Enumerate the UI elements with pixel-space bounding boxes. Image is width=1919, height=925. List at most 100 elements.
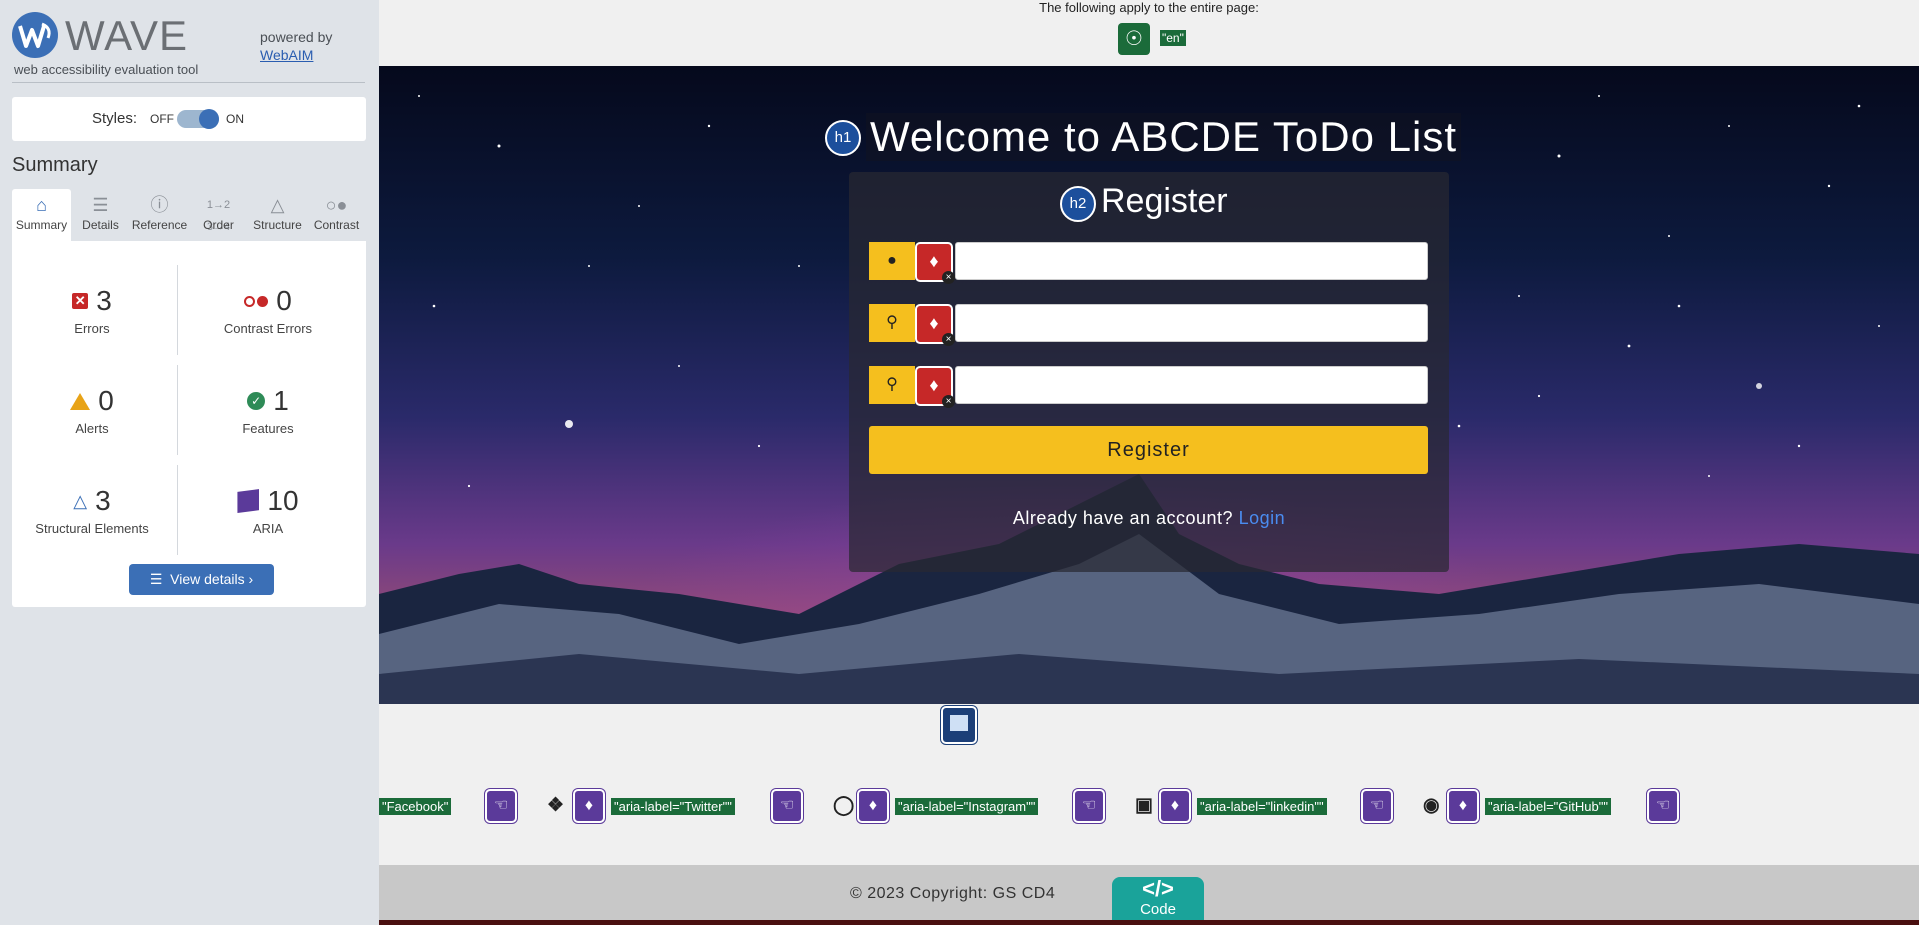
wave-title: WAVE (65, 12, 189, 59)
stat-label: Structural Elements (35, 521, 149, 536)
instagram-icon[interactable]: ◯ (833, 794, 854, 817)
webaim-link[interactable]: WebAIM (260, 47, 313, 63)
stat-value: 0 (276, 285, 292, 316)
password-input[interactable] (955, 304, 1428, 342)
link-icon[interactable]: ☜ (1647, 789, 1679, 823)
key-icon: ⚲ (869, 304, 915, 342)
tab-contrast[interactable]: ○● Contrast (307, 189, 366, 241)
stat-contrast-errors[interactable]: 0 Contrast Errors (188, 285, 348, 336)
divider (177, 465, 178, 555)
hierarchy-icon: △ (73, 490, 88, 511)
alert-icon (70, 392, 91, 410)
wave-tabs: ⌂ Summary ☰ Details ⓘ Reference 1→2 3→4 O… (12, 189, 366, 241)
aria-icon (237, 489, 260, 513)
stat-aria[interactable]: 10 ARIA (188, 485, 348, 536)
linkedin-icon[interactable]: ▣ (1135, 794, 1153, 817)
powered-by: powered by WebAIM (260, 28, 332, 64)
aria-label-icon[interactable]: ♦ (857, 789, 889, 823)
aria-label-icon[interactable]: ♦ (573, 789, 605, 823)
stat-label: Alerts (75, 421, 109, 436)
info-icon: ⓘ (150, 195, 169, 215)
link-icon[interactable]: ☜ (485, 789, 517, 823)
tab-label: Contrast (313, 218, 360, 232)
summary-heading: Summary (12, 154, 98, 176)
check-icon: ✓ (247, 392, 266, 410)
stat-alerts[interactable]: 0 Alerts (12, 385, 172, 436)
tab-label: Reference (131, 218, 188, 232)
styles-on-label: ON (226, 112, 244, 126)
wave-logo-icon (12, 12, 58, 58)
list-icon: ☰ (92, 195, 109, 215)
stat-label: Errors (74, 321, 110, 336)
summary-stats: ✕ 3 Errors 0 Contrast Errors 0 Alerts ✓ 1 … (12, 241, 366, 607)
link-icon[interactable]: ☜ (1361, 789, 1393, 823)
missing-label-error-icon[interactable]: ♦ × (915, 366, 955, 408)
styles-off-label: OFF (150, 112, 174, 126)
link-icon[interactable]: ☜ (771, 789, 803, 823)
tab-label: Details (82, 218, 119, 232)
register-button[interactable]: Register (869, 426, 1428, 474)
github-icon[interactable]: ◉ (1423, 794, 1440, 817)
copyright-text: © 2023 Copyright: GS CD4 (850, 885, 1056, 902)
code-label: Code (1140, 901, 1176, 918)
login-link[interactable]: Login (1239, 508, 1286, 528)
stat-label: ARIA (252, 521, 284, 536)
view-details-button[interactable]: ☰ View details › (129, 564, 274, 595)
instagram-tag: "aria-label="Instagram"" (895, 798, 1039, 815)
h2-badge-icon[interactable]: h2 (1060, 186, 1096, 222)
stat-label: Features (242, 421, 294, 436)
globe-icon[interactable]: ☉ (1118, 23, 1150, 55)
landmark-footer-icon[interactable] (941, 706, 977, 744)
bottom-edge (379, 920, 1919, 925)
styles-toggle-panel: Styles: OFF ON (12, 97, 366, 141)
page-footer: © 2023 Copyright: GS CD4 </> Code (379, 865, 1919, 925)
tab-details[interactable]: ☰ Details (71, 189, 130, 241)
tab-structure[interactable]: △ Structure (248, 189, 307, 241)
missing-label-error-icon[interactable]: ♦ × (915, 304, 955, 346)
stat-value: 0 (98, 385, 114, 416)
stat-value: 1 (273, 385, 289, 416)
key-icon: ⚲ (869, 366, 915, 404)
close-icon: × (942, 333, 955, 346)
stat-errors[interactable]: ✕ 3 Errors (12, 285, 172, 336)
home-icon: ⌂ (36, 195, 47, 215)
stat-structural[interactable]: △ 3 Structural Elements (12, 485, 172, 536)
hero-section: h1 Welcome to ABCDE ToDo List h2 Registe… (379, 66, 1919, 704)
twitter-icon[interactable]: ❖ (547, 794, 564, 817)
code-icon: </> (1142, 876, 1174, 901)
contrast-icon: ○● (325, 195, 348, 215)
username-row: ● ♦ × (869, 242, 1428, 284)
styles-toggle[interactable] (177, 109, 219, 129)
linkedin-tag: "aria-label="linkedin"" (1197, 798, 1327, 815)
divider (177, 265, 178, 355)
register-heading: Register (1101, 182, 1228, 220)
tab-label: Structure (253, 218, 302, 232)
close-icon: × (942, 395, 955, 408)
link-icon[interactable]: ☜ (1073, 789, 1105, 823)
toggle-knob (199, 109, 219, 129)
tab-summary[interactable]: ⌂ Summary (12, 189, 71, 241)
stat-value: 3 (96, 285, 112, 316)
page-language-strip: The following apply to the entire page: … (379, 0, 1919, 66)
wave-subtitle: web accessibility evaluation tool (14, 62, 199, 77)
username-input[interactable] (955, 242, 1428, 280)
password-row: ⚲ ♦ × (869, 304, 1428, 346)
missing-label-error-icon[interactable]: ♦ × (915, 242, 955, 284)
divider (12, 82, 365, 83)
aria-label-icon[interactable]: ♦ (1447, 789, 1479, 823)
confirm-password-row: ⚲ ♦ × (869, 366, 1428, 408)
github-tag: "aria-label="GitHub"" (1485, 798, 1611, 815)
styles-label: Styles: (92, 110, 138, 127)
register-card: h2 Register ● ♦ × ⚲ ♦ × ⚲ ♦ × Register Alre… (849, 172, 1449, 572)
h1-badge-icon[interactable]: h1 (825, 120, 861, 156)
facebook-tag: "Facebook" (379, 798, 452, 815)
tab-order[interactable]: 1→2 3→4 Order (189, 189, 248, 241)
confirm-password-input[interactable] (955, 366, 1428, 404)
contrast-error-icon (244, 295, 269, 307)
tab-reference[interactable]: ⓘ Reference (130, 189, 189, 241)
aria-label-icon[interactable]: ♦ (1159, 789, 1191, 823)
language-tag: "en" (1160, 30, 1186, 46)
stat-features[interactable]: ✓ 1 Features (188, 385, 348, 436)
code-view-button[interactable]: </> Code (1112, 877, 1204, 925)
order-icon: 1→2 3→4 (206, 199, 231, 233)
